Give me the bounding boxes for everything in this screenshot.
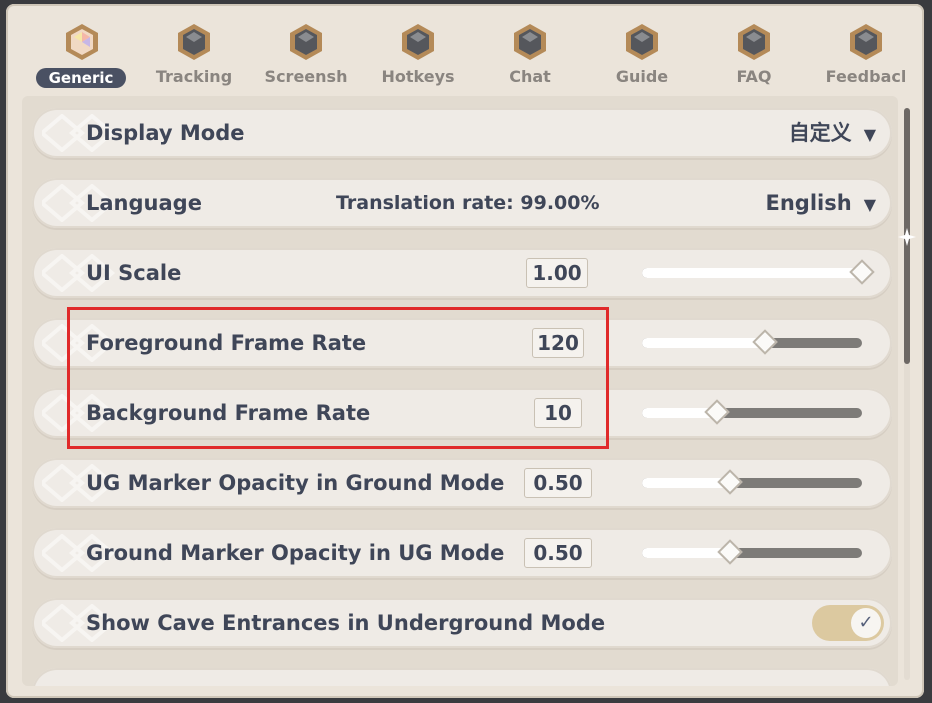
setting-row-ui-scale: UI Scale 1.00: [32, 248, 892, 298]
show-cave-entrances-toggle[interactable]: ✓: [812, 605, 884, 641]
checkmark-icon: ✓: [851, 608, 881, 638]
setting-row-ground-marker-opacity: Ground Marker Opacity in UG Mode 0.50: [32, 528, 892, 578]
setting-row-show-cave-entrances: Show Cave Entrances in Underground Mode …: [32, 598, 892, 648]
gem-settings-icon: [66, 24, 98, 60]
tab-hotkeys[interactable]: Hotkeys: [362, 16, 474, 94]
tab-label: Guide: [615, 67, 669, 86]
setting-row-partial: [32, 668, 892, 686]
setting-label: Display Mode: [86, 121, 245, 145]
setting-row-display-mode: Display Mode 自定义 ▼: [32, 108, 892, 158]
background-frame-rate-slider[interactable]: [642, 399, 862, 425]
hex-settings-icon: [850, 24, 882, 60]
tab-generic[interactable]: Generic: [26, 16, 138, 94]
caret-down-icon: ▼: [863, 125, 876, 144]
slider-fill: [642, 268, 862, 278]
hex-settings-icon: [738, 24, 770, 60]
ground-marker-opacity-value[interactable]: 0.50: [524, 538, 592, 568]
setting-row-ug-marker-opacity: UG Marker Opacity in Ground Mode 0.50: [32, 458, 892, 508]
slider-fill: [642, 548, 728, 558]
caret-down-icon: ▼: [863, 195, 876, 214]
tab-label: Hotkeys: [381, 67, 455, 86]
slider-knob[interactable]: [752, 329, 778, 355]
tab-chat[interactable]: Chat: [474, 16, 586, 94]
hex-settings-icon: [514, 24, 546, 60]
slider-fill: [642, 338, 763, 348]
slider-knob[interactable]: [849, 259, 875, 285]
setting-label: Language: [86, 191, 202, 215]
slider-fill: [642, 478, 728, 488]
dropdown-value: English: [765, 191, 852, 215]
setting-row-language: Language Translation rate: 99.00% Englis…: [32, 178, 892, 228]
foreground-frame-rate-slider[interactable]: [642, 329, 862, 355]
ug-marker-opacity-value[interactable]: 0.50: [524, 468, 592, 498]
tab-label: Screensh: [264, 67, 348, 86]
setting-label: Show Cave Entrances in Underground Mode: [86, 611, 606, 635]
scrollbar[interactable]: [898, 108, 916, 680]
ground-marker-opacity-slider[interactable]: [642, 539, 862, 565]
hex-settings-icon: [402, 24, 434, 60]
tab-label: FAQ: [736, 67, 772, 86]
tab-label: Feedbacl: [825, 67, 907, 86]
sparkle-icon: [898, 228, 916, 246]
hex-settings-icon: [626, 24, 658, 60]
highlight-box: [67, 307, 609, 449]
slider-fill: [642, 408, 715, 418]
setting-label: UG Marker Opacity in Ground Mode: [86, 471, 505, 495]
slider-knob[interactable]: [717, 539, 743, 565]
slider-knob[interactable]: [717, 469, 743, 495]
language-dropdown[interactable]: English ▼: [766, 178, 877, 230]
display-mode-dropdown[interactable]: 自定义 ▼: [789, 108, 876, 160]
tab-feedback[interactable]: Feedbacl: [810, 16, 922, 94]
tab-tracking[interactable]: Tracking: [138, 16, 250, 94]
ui-scale-value[interactable]: 1.00: [526, 258, 588, 288]
slider-knob[interactable]: [704, 399, 730, 425]
ui-scale-slider[interactable]: [642, 259, 875, 285]
setting-label: Ground Marker Opacity in UG Mode: [86, 541, 505, 565]
tab-label: Chat: [509, 67, 551, 86]
setting-label: UI Scale: [86, 261, 182, 285]
tab-bar: Generic Tracking Screensh Hotkeys Chat G…: [26, 16, 906, 96]
hex-settings-icon: [178, 24, 210, 60]
tab-faq[interactable]: FAQ: [698, 16, 810, 94]
dropdown-value: 自定义: [788, 121, 852, 145]
hex-settings-icon: [290, 24, 322, 60]
tab-label: Tracking: [155, 67, 233, 86]
tab-label: Generic: [36, 68, 126, 88]
tab-guide[interactable]: Guide: [586, 16, 698, 94]
tab-screenshot[interactable]: Screensh: [250, 16, 362, 94]
translation-rate: Translation rate: 99.00%: [336, 192, 600, 214]
ug-marker-opacity-slider[interactable]: [642, 469, 862, 495]
